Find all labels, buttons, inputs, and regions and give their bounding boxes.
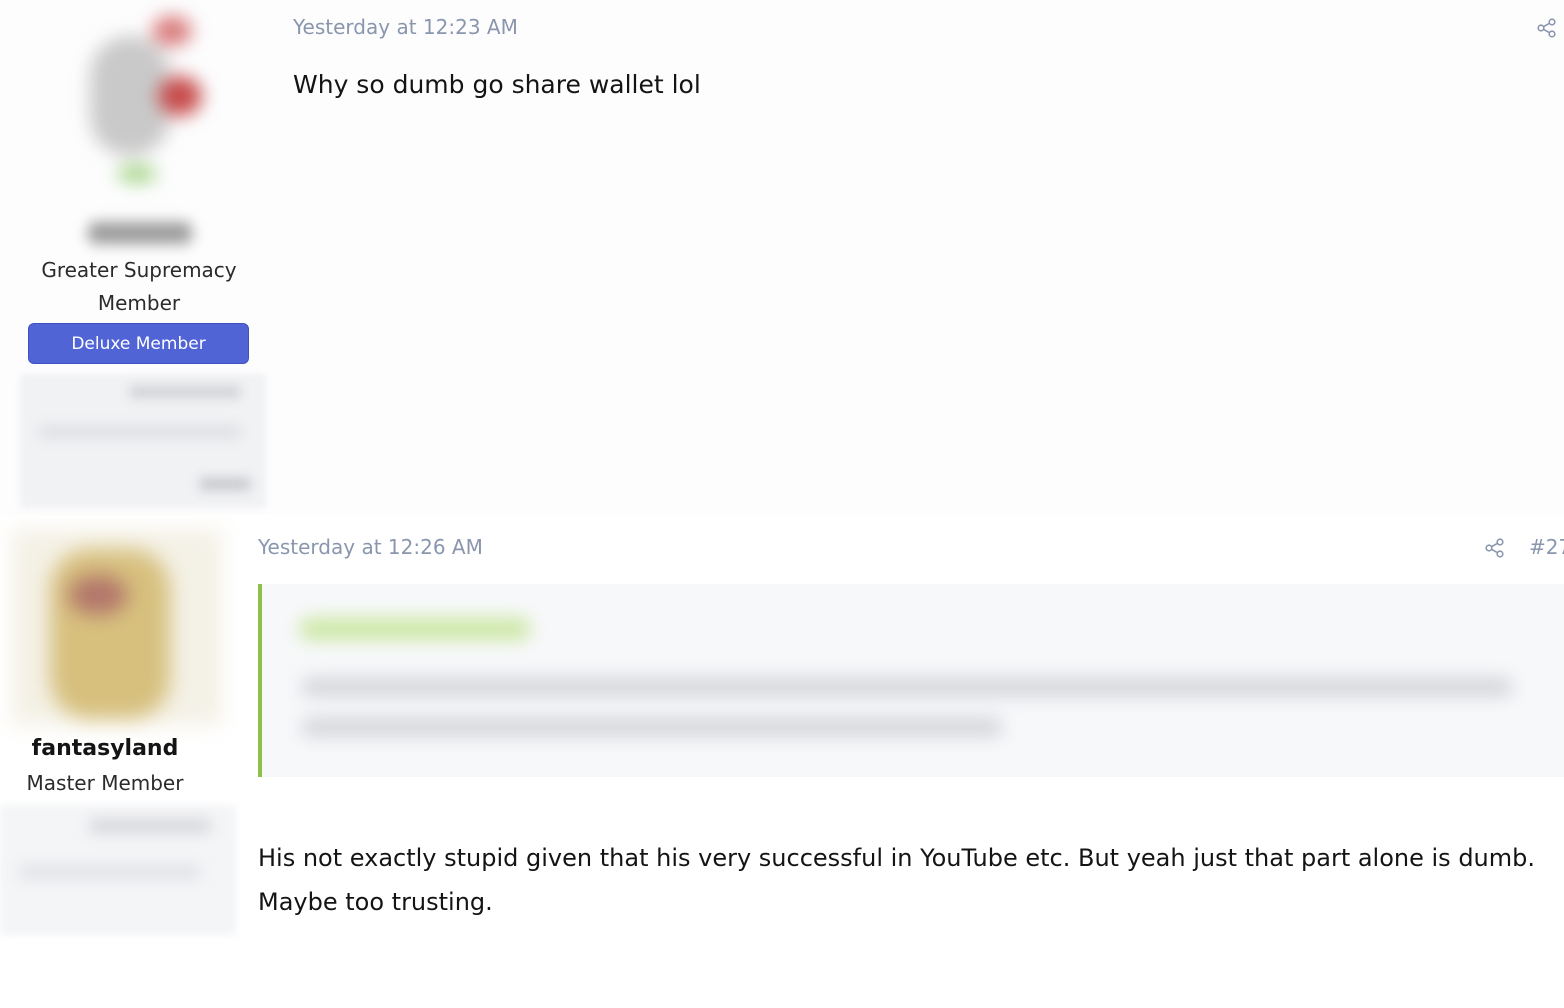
post-timestamp[interactable]: Yesterday at 12:23 AM [293,15,518,39]
avatar[interactable] [62,6,214,196]
quote-text-redacted [302,678,1512,696]
post: fantasyland Master Member Yesterday at 1… [0,515,1564,1008]
quote-author-redacted[interactable] [300,618,530,640]
user-extras-redacted [0,805,236,935]
post-timestamp[interactable]: Yesterday at 12:26 AM [258,535,483,559]
quote-block [258,584,1564,777]
post: Greater Supremacy Member Deluxe Member Y… [0,0,1564,515]
username-redacted[interactable] [88,222,192,244]
username-link[interactable]: fantasyland [0,736,210,761]
user-extras-redacted [20,374,266,508]
user-title: Greater Supremacy Member [41,258,237,315]
share-icon[interactable] [1484,537,1506,559]
quote-text-redacted [302,718,1002,736]
share-icon[interactable] [1536,17,1558,39]
thread-page: Greater Supremacy Member Deluxe Member Y… [0,0,1564,1008]
post-message: Why so dumb go share wallet lol [293,70,701,99]
user-title: Master Member [26,771,184,795]
user-banner-badge: Deluxe Member [28,323,249,364]
post-user-block: Greater Supremacy Member Deluxe Member [0,0,276,515]
post-number-link[interactable]: #27 [1529,535,1564,559]
post-message: His not exactly stupid given that his ve… [258,844,1536,916]
avatar[interactable] [12,529,222,725]
